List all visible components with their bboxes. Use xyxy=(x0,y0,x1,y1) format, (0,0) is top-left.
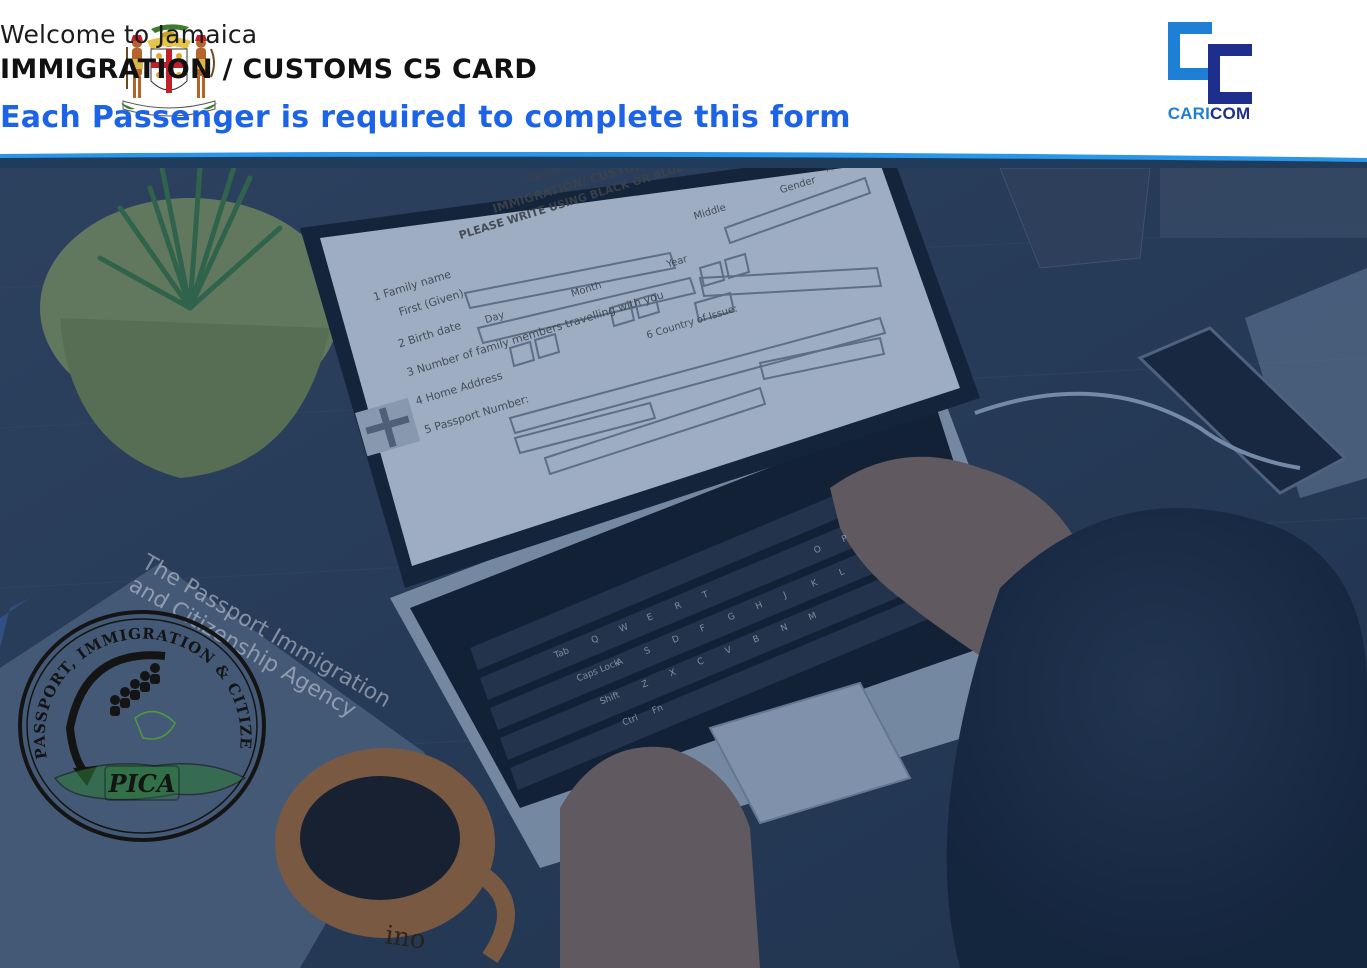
key-l: L xyxy=(837,567,847,579)
hero-photo: Welcome to Jamaica IMMIGRATION/ CUSTOMS … xyxy=(0,168,1367,968)
key-c: C xyxy=(695,656,706,669)
key-o: O xyxy=(812,544,823,557)
key-w: W xyxy=(617,622,630,635)
key-n: N xyxy=(779,622,790,635)
key-s: S xyxy=(643,645,653,658)
key-k: K xyxy=(809,578,820,590)
key-p: P xyxy=(840,533,850,546)
key-v: V xyxy=(723,645,734,657)
key-shift: Shift xyxy=(598,690,622,708)
pica-seal-icon: PASSPORT, IMMIGRATION & CITIZENSHIP AGEN… xyxy=(15,608,266,842)
key-b: B xyxy=(751,634,762,646)
svg-text:PICA: PICA xyxy=(108,769,176,798)
key-x: X xyxy=(668,667,678,680)
page-header: Welcome to Jamaica IMMIGRATION / CUSTOMS… xyxy=(0,0,1367,158)
caricom-wordmark: CARICOM xyxy=(1167,104,1251,123)
key-j: J xyxy=(782,590,789,601)
key-t: T xyxy=(701,589,711,602)
key-r: R xyxy=(673,600,684,613)
key-d: D xyxy=(670,634,681,646)
key-f: F xyxy=(698,623,708,635)
mug-text: ino xyxy=(383,920,428,956)
key-z: Z xyxy=(640,678,650,691)
key-m: M xyxy=(807,610,819,624)
key-h: H xyxy=(754,600,765,613)
key-g: G xyxy=(726,611,737,624)
key-q: Q xyxy=(590,634,601,647)
key-e: E xyxy=(645,612,655,624)
key-caps: Caps Lock xyxy=(575,658,622,685)
key-tab: Tab xyxy=(552,646,571,662)
